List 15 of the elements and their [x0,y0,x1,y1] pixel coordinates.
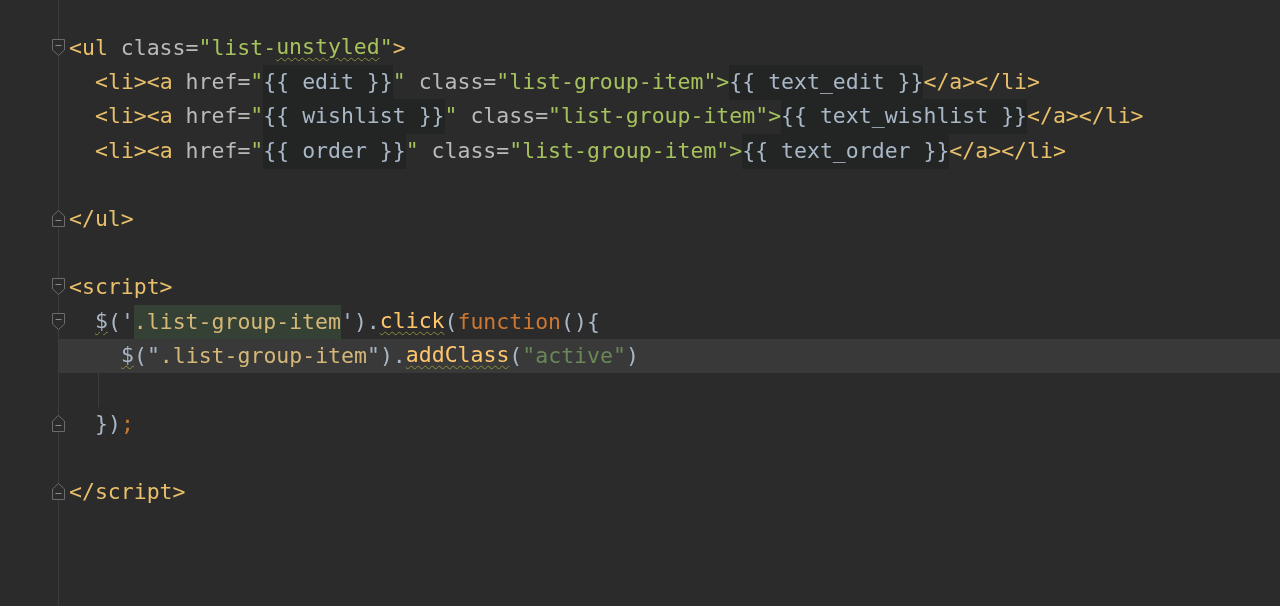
fold-icon[interactable] [52,312,65,330]
code-line: <li><a href="{{ order }}" class="list-group-item">{{ text_order }}</a></li> [59,133,1280,168]
code-line: <li><a href="{{ wishlist }}" class="list-group-item">{{ text_wishlist }}</a></li> [59,99,1280,134]
code-line: </ul> [68,204,135,233]
code-line: <script> [68,273,174,302]
code-line: $('.list-group-item').click(function(){ [59,304,1280,339]
fold-icon[interactable] [52,278,65,296]
code-line: <li><a href="{{ edit }}" class="list-group-item">{{ text_edit }}</a></li> [59,65,1280,100]
code-line: }); [94,410,135,439]
fold-icon[interactable] [52,39,65,56]
fold-icon[interactable] [52,415,65,433]
code-line: <ul class="list-unstyled"> [68,33,407,62]
fold-icon[interactable] [52,209,65,227]
code-line: </script> [68,478,187,507]
fold-icon[interactable] [52,483,65,501]
